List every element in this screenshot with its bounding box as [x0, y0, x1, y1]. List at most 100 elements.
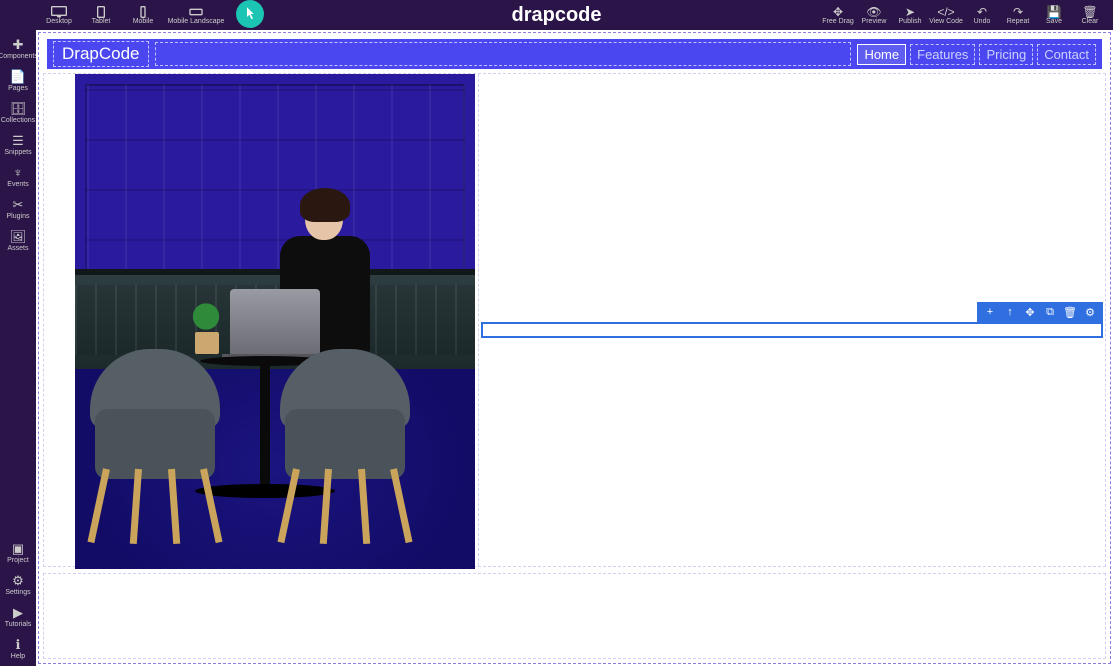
code-icon: </> [937, 6, 954, 18]
sidebar-help[interactable]: ℹ Help [0, 634, 36, 666]
tool-label: Undo [974, 18, 991, 25]
tools-icon: ✂ [13, 198, 24, 211]
sidebar-components[interactable]: ✚ Components [0, 34, 36, 66]
column-right[interactable]: + ↑ ✥ ⧉ 🗑 ⚙ [479, 74, 1105, 566]
column-left[interactable] [44, 74, 479, 566]
empty-row[interactable] [43, 573, 1106, 659]
free-drag-icon: ✥ [833, 6, 843, 18]
video-icon: ▶ [13, 606, 23, 619]
sliders-icon: ⚙ [12, 574, 24, 587]
desktop-icon [51, 6, 67, 18]
sidebar-collections[interactable]: 🗄 Collections [0, 98, 36, 130]
left-sidebar: 👤 Back Office ✚ Components 📄 Pages 🗄 Col… [0, 0, 36, 666]
image-icon: 🖼 [10, 230, 27, 243]
tool-label: Save [1046, 18, 1062, 25]
device-label: Mobile Landscape [168, 18, 225, 25]
selection-toolbar: + ↑ ✥ ⧉ 🗑 ⚙ [977, 302, 1103, 322]
device-label: Tablet [92, 18, 111, 25]
send-icon: ➤ [905, 6, 915, 18]
tool-label: Preview [862, 18, 887, 25]
project-icon: ▣ [12, 542, 24, 555]
nav-link-label: Contact [1044, 47, 1089, 62]
sidebar-pages[interactable]: 📄 Pages [0, 66, 36, 98]
tool-label: Free Drag [822, 18, 854, 25]
sidebar-label: Collections [1, 117, 35, 124]
tree-icon: ♆ [13, 166, 23, 179]
sidebar-label: Components [0, 53, 38, 60]
tool-save[interactable]: 💾 Save [1037, 0, 1071, 30]
save-icon: 💾 [1047, 6, 1062, 18]
page-navbar[interactable]: DrapCode Home Features Pricing Contact [47, 39, 1102, 69]
database-icon: 🗄 [10, 102, 27, 115]
navbar-spacer[interactable] [155, 42, 852, 66]
tool-label: View Code [929, 18, 963, 25]
sidebar-label: Pages [8, 85, 28, 92]
nav-link-features[interactable]: Features [910, 44, 975, 65]
device-label: Mobile [133, 18, 154, 25]
top-tools: ✥ Free Drag 👁 Preview ➤ Publish </> View… [821, 0, 1107, 30]
sidebar-plugins[interactable]: ✂ Plugins [0, 194, 36, 226]
page-icon: 📄 [10, 70, 26, 83]
tool-undo[interactable]: ↶ Undo [965, 0, 999, 30]
tool-label: Publish [899, 18, 922, 25]
selection-delete[interactable]: 🗑 [1063, 305, 1077, 319]
sidebar-label: Settings [5, 589, 30, 596]
canvas-body: DrapCode Home Features Pricing Contact [38, 32, 1111, 664]
brand-text: drapcode [511, 4, 601, 27]
mobile-icon [135, 6, 151, 18]
selection-move[interactable]: ✥ [1023, 305, 1037, 319]
sidebar-events[interactable]: ♆ Events [0, 162, 36, 194]
sidebar-label: Tutorials [5, 621, 32, 628]
sidebar-snippets[interactable]: ☰ Snippets [0, 130, 36, 162]
sidebar-project[interactable]: ▣ Project [0, 538, 36, 570]
selected-element[interactable] [481, 322, 1103, 338]
device-switcher: Desktop Tablet Mobile Mobile Landscape [40, 0, 264, 30]
app-launcher-icon[interactable] [236, 0, 264, 28]
plus-icon: ✚ [13, 38, 24, 51]
navbar-brand[interactable]: DrapCode [53, 41, 149, 67]
redo-icon: ↷ [1013, 6, 1023, 18]
tool-view-code[interactable]: </> View Code [929, 0, 963, 30]
tool-preview[interactable]: 👁 Preview [857, 0, 891, 30]
top-bar: Desktop Tablet Mobile Mobile Landscape [0, 0, 1113, 30]
selection-copy[interactable]: ⧉ [1043, 305, 1057, 319]
sidebar-label: Events [7, 181, 28, 188]
tool-free-drag[interactable]: ✥ Free Drag [821, 0, 855, 30]
tool-clear[interactable]: 🗑 Clear [1073, 0, 1107, 30]
content-row[interactable]: + ↑ ✥ ⧉ 🗑 ⚙ [43, 73, 1106, 567]
sidebar-label: Snippets [4, 149, 31, 156]
selection-add[interactable]: + [983, 305, 997, 319]
tool-label: Repeat [1007, 18, 1030, 25]
nav-link-pricing[interactable]: Pricing [979, 44, 1033, 65]
nav-link-label: Features [917, 47, 968, 62]
nav-link-contact[interactable]: Contact [1037, 44, 1096, 65]
undo-icon: ↶ [977, 6, 987, 18]
hero-image[interactable] [75, 74, 475, 569]
device-mobile[interactable]: Mobile [124, 0, 162, 30]
builder-canvas[interactable]: DrapCode Home Features Pricing Contact [36, 30, 1113, 666]
navbar-links: Home Features Pricing Contact [857, 44, 1096, 65]
navbar-brand-text: DrapCode [62, 44, 140, 63]
sidebar-label: Plugins [7, 213, 30, 220]
sidebar-tutorials[interactable]: ▶ Tutorials [0, 602, 36, 634]
sidebar-label: Help [11, 653, 25, 660]
selection-settings[interactable]: ⚙ [1083, 305, 1097, 319]
list-icon: ☰ [12, 134, 24, 147]
tool-repeat[interactable]: ↷ Repeat [1001, 0, 1035, 30]
device-label: Desktop [46, 18, 72, 25]
device-mobile-landscape[interactable]: Mobile Landscape [166, 0, 226, 30]
nav-link-home[interactable]: Home [857, 44, 906, 65]
eye-icon: 👁 [866, 6, 881, 18]
tool-publish[interactable]: ➤ Publish [893, 0, 927, 30]
sidebar-assets[interactable]: 🖼 Assets [0, 226, 36, 258]
device-desktop[interactable]: Desktop [40, 0, 78, 30]
selection-parent[interactable]: ↑ [1003, 305, 1017, 319]
device-tablet[interactable]: Tablet [82, 0, 120, 30]
sidebar-settings[interactable]: ⚙ Settings [0, 570, 36, 602]
sidebar-label: Project [7, 557, 29, 564]
nav-link-label: Home [864, 47, 899, 62]
sidebar-label: Assets [7, 245, 28, 252]
nav-link-label: Pricing [986, 47, 1026, 62]
brand-logo: drapcode [511, 4, 601, 27]
tool-label: Clear [1082, 18, 1099, 25]
